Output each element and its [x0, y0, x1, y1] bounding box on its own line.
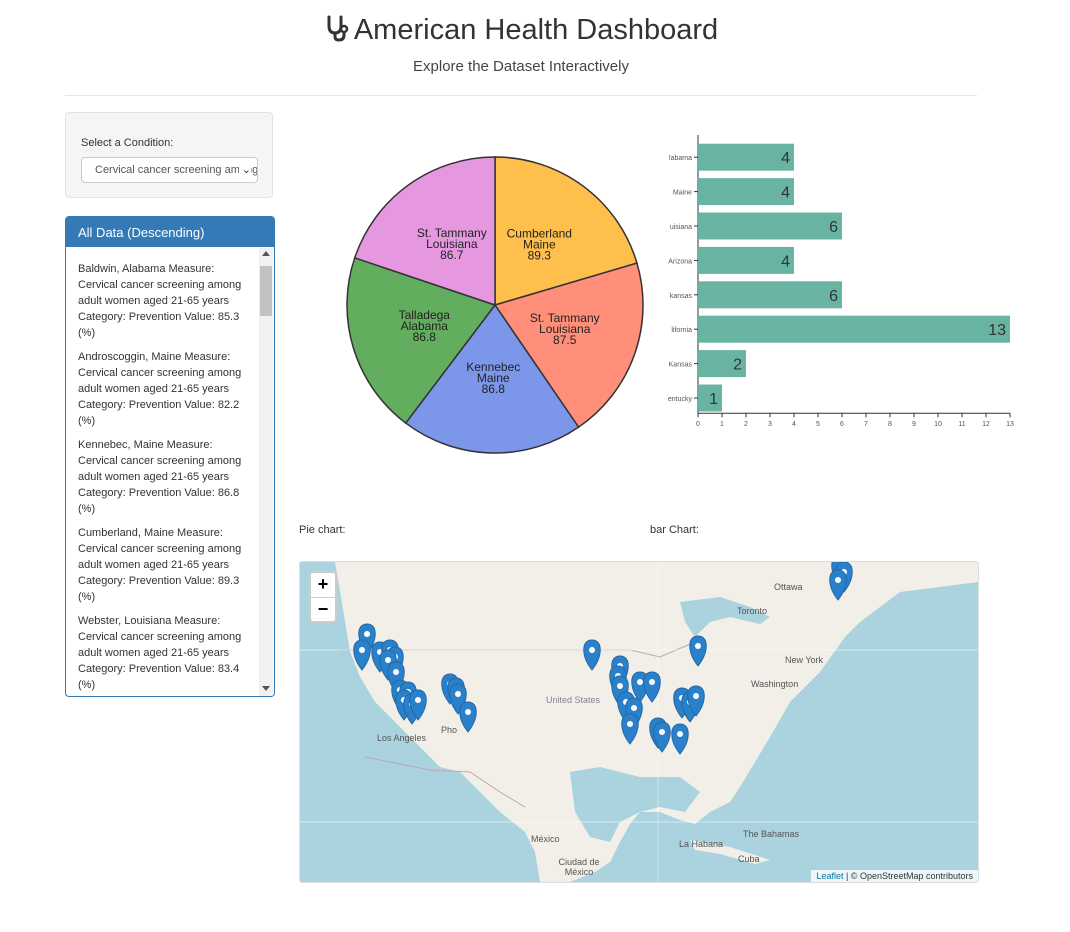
bar-value-label: 4 [781, 253, 790, 270]
pie-slice-label: 87.5 [553, 333, 577, 347]
y-tick-label: labama [669, 155, 692, 162]
y-tick-label: Kansas [669, 362, 693, 369]
x-tick-label: 0 [696, 421, 700, 428]
condition-label: Select a Condition: [81, 137, 174, 149]
condition-select-value: Cervical cancer screening among adult wo… [95, 164, 257, 176]
map-attribution: Leaflet | © OpenStreetMap contributors [811, 870, 978, 882]
bar-value-label: 4 [781, 185, 790, 202]
y-tick-label: kansas [670, 293, 693, 300]
x-tick-label: 13 [1006, 421, 1014, 428]
x-tick-label: 7 [864, 421, 868, 428]
bar-value-label: 4 [781, 150, 790, 167]
all-data-heading: All Data (Descending) [66, 217, 274, 247]
map-label: Washington [751, 679, 799, 689]
bar[interactable] [698, 178, 794, 206]
list-item: Baldwin, Alabama Measure: Cervical cance… [78, 263, 242, 339]
x-tick-label: 5 [816, 421, 820, 428]
pie-slice-label: 86.8 [413, 330, 437, 344]
y-tick-label: Arizona [668, 258, 692, 265]
data-list-scrollbar[interactable] [259, 248, 273, 696]
bar-value-label: 6 [829, 288, 838, 305]
y-tick-label: uisiana [670, 224, 692, 231]
condition-select[interactable]: Cervical cancer screening among adult wo… [81, 157, 258, 183]
title-text: American Health Dashboard [353, 14, 719, 46]
map-label: Toronto [737, 606, 768, 616]
condition-panel: Select a Condition: Cervical cancer scre… [65, 112, 273, 198]
zoom-in-button[interactable]: + [311, 573, 335, 598]
x-tick-label: 12 [982, 421, 990, 428]
bar-value-label: 1 [709, 391, 718, 408]
list-item: Cumberland, Maine Measure: Cervical canc… [78, 527, 242, 603]
all-data-list[interactable]: Baldwin, Alabama Measure: Cervical cance… [78, 261, 246, 696]
all-data-panel: All Data (Descending) Baldwin, Alabama M… [65, 216, 275, 697]
x-tick-label: 11 [958, 421, 965, 428]
y-tick-label: lifornia [671, 327, 692, 334]
stethoscope-icon [327, 15, 349, 42]
attribution-text: | © OpenStreetMap contributors [843, 871, 973, 881]
map-label: Ciudad de México [558, 857, 600, 877]
map-label: Ottawa [774, 582, 803, 592]
x-tick-label: 9 [912, 421, 916, 428]
y-tick-label: Maine [673, 190, 692, 197]
map-tiles [300, 562, 978, 882]
y-tick-label: entucky [668, 396, 693, 403]
pie-slice-label: 86.7 [440, 248, 464, 262]
page-title: American Health Dashboard [0, 14, 1042, 47]
map-label: México [531, 834, 560, 844]
map-label: Pho [441, 725, 458, 735]
bar[interactable] [698, 281, 842, 309]
header-divider [65, 95, 977, 96]
bar-chart: 4labama4Maine6uisiana4Arizona6kansas13li… [668, 135, 1014, 428]
pie-chart-caption: Pie chart: [299, 524, 346, 536]
bar[interactable] [698, 143, 794, 171]
map-label: Los Angeles [377, 733, 427, 743]
leaflet-link[interactable]: Leaflet [816, 871, 843, 881]
map-label: Cuba [738, 854, 760, 864]
scroll-up-arrow-icon[interactable] [262, 251, 270, 256]
list-item: Kennebec, Maine Measure: Cervical cancer… [78, 439, 242, 515]
x-tick-label: 6 [840, 421, 844, 428]
bar-value-label: 13 [988, 322, 1006, 339]
bar[interactable] [698, 246, 794, 274]
bar-chart-caption: bar Chart: [650, 524, 699, 536]
zoom-control: + − [309, 571, 337, 623]
x-tick-label: 8 [888, 421, 892, 428]
bar[interactable] [698, 212, 842, 240]
bar[interactable] [698, 315, 1010, 343]
map-label: United States [546, 695, 601, 705]
zoom-out-button[interactable]: − [311, 598, 335, 622]
x-tick-label: 4 [792, 421, 796, 428]
map-label: The Bahamas [743, 829, 800, 839]
x-tick-label: 10 [934, 421, 942, 428]
page-subtitle: Explore the Dataset Interactively [413, 58, 629, 75]
map-label: New York [785, 655, 824, 665]
scroll-down-arrow-icon[interactable] [262, 686, 270, 691]
list-item: Webster, Louisiana Measure: Cervical can… [78, 615, 242, 691]
pie-chart: CumberlandMaine89.3St. TammanyLouisiana8… [346, 156, 644, 454]
scroll-thumb[interactable] [260, 266, 272, 316]
pie-slice-label: 89.3 [528, 249, 552, 263]
map[interactable]: + − Ottawa Toronto New York Washington U… [299, 561, 979, 883]
x-tick-label: 3 [768, 421, 772, 428]
x-tick-label: 2 [744, 421, 748, 428]
chevron-down-icon: ⌄ [238, 163, 251, 176]
pie-slice-label: 86.8 [482, 382, 506, 396]
bar-value-label: 2 [733, 357, 742, 374]
bar-value-label: 6 [829, 219, 838, 236]
list-item: Androscoggin, Maine Measure: Cervical ca… [78, 351, 242, 427]
map-label: La Habana [679, 839, 724, 849]
x-tick-label: 1 [720, 421, 724, 428]
